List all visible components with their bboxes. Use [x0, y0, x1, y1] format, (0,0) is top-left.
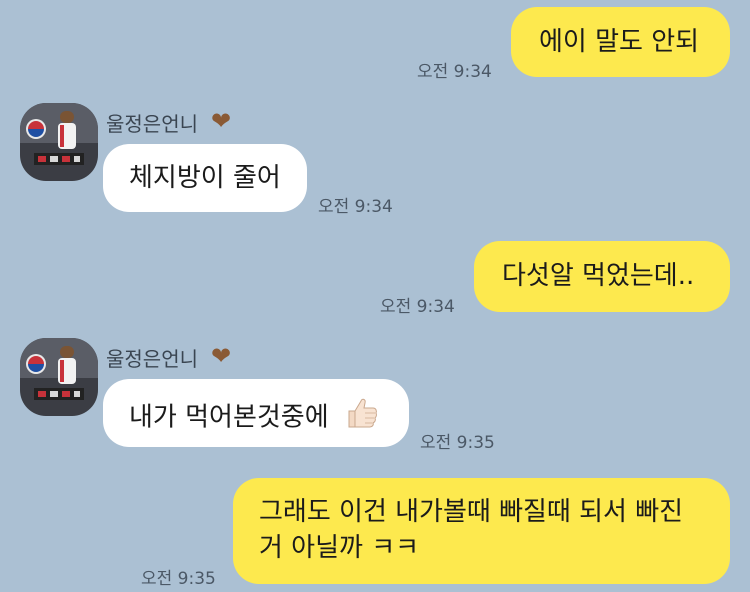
message-text: 내가 먹어본것중에 — [129, 402, 329, 433]
sender-name: 울정은언니 — [106, 347, 198, 371]
message-bubble-incoming[interactable]: 내가 먹어본것중에 — [103, 379, 409, 447]
avatar-image — [20, 103, 98, 181]
message-time: 오전 9:35 — [141, 569, 216, 589]
message-bubble-incoming[interactable]: 체지방이 줄어 — [103, 144, 307, 212]
message-bubble-outgoing[interactable]: 그래도 이건 내가볼때 빠질때 되서 빠진 거 아닐까 ㅋㅋ — [233, 478, 730, 584]
thumbs-up-icon — [343, 395, 379, 441]
heart-icon: ❤ — [211, 107, 232, 135]
avatar[interactable] — [20, 338, 98, 416]
heart-icon: ❤ — [211, 342, 232, 370]
message-time: 오전 9:34 — [417, 62, 492, 82]
message-text: 에이 말도 안되 — [539, 27, 700, 57]
sender-name: 울정은언니 — [106, 112, 198, 136]
avatar[interactable] — [20, 103, 98, 181]
message-text: 체지방이 줄어 — [129, 163, 281, 193]
message-time: 오전 9:34 — [318, 197, 393, 217]
message-bubble-outgoing[interactable]: 다섯알 먹었는데.. — [474, 241, 730, 312]
message-text-line: 거 아닐까 ㅋㅋ — [259, 533, 420, 563]
message-text: 다섯알 먹었는데.. — [502, 261, 695, 291]
message-bubble-outgoing[interactable]: 에이 말도 안되 — [511, 7, 730, 77]
avatar-image — [20, 338, 98, 416]
message-time: 오전 9:35 — [420, 433, 495, 453]
message-time: 오전 9:34 — [380, 297, 455, 317]
message-text-line: 그래도 이건 내가볼때 빠질때 되서 빠진 — [259, 497, 684, 527]
